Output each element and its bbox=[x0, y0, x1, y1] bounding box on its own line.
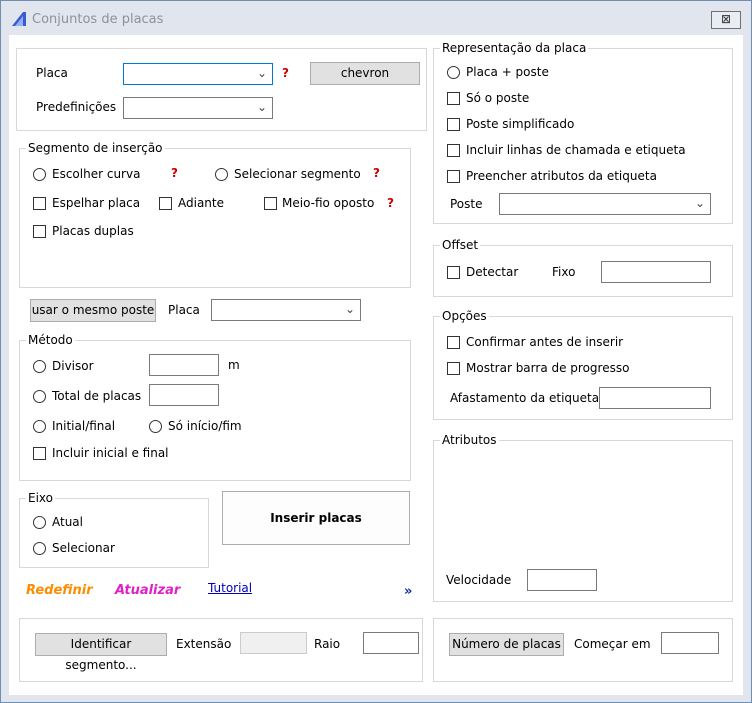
raio-label: Raio bbox=[314, 637, 341, 651]
poste-combo[interactable]: ⌄ bbox=[499, 193, 711, 215]
adiante-checkbox[interactable] bbox=[159, 197, 172, 210]
afastamento-input[interactable] bbox=[599, 387, 711, 409]
escolher-curva-radio[interactable] bbox=[33, 168, 46, 181]
total-radio[interactable] bbox=[33, 390, 46, 403]
meio-fio-label: Meio-fio oposto bbox=[282, 196, 375, 210]
initial-final-radio[interactable] bbox=[33, 420, 46, 433]
duplas-label: Placas duplas bbox=[52, 224, 134, 238]
chevron-button[interactable]: chevron bbox=[310, 62, 420, 85]
opcoes-title: Opções bbox=[440, 308, 489, 324]
meio-fio-checkbox[interactable] bbox=[264, 197, 277, 210]
extensao-label: Extensão bbox=[176, 637, 232, 651]
atual-radio[interactable] bbox=[33, 516, 46, 529]
numero-placas-button[interactable]: Número de placas bbox=[449, 633, 564, 656]
escolher-help-icon[interactable]: ? bbox=[171, 166, 178, 180]
title-bar: Conjuntos de placas ⊠ bbox=[1, 1, 751, 35]
placa-label: Placa bbox=[36, 66, 68, 80]
adiante-label: Adiante bbox=[178, 196, 224, 210]
comecar-label: Começar em bbox=[574, 637, 651, 651]
espelhar-label: Espelhar placa bbox=[52, 196, 141, 210]
divisor-input[interactable] bbox=[149, 354, 219, 376]
comecar-input[interactable] bbox=[661, 632, 719, 654]
window-title: Conjuntos de placas bbox=[32, 12, 164, 27]
segmento-title: Segmento de inserção bbox=[26, 140, 165, 156]
velocidade-input[interactable] bbox=[527, 569, 597, 591]
so-poste-checkbox[interactable] bbox=[447, 92, 460, 105]
preencher-checkbox[interactable] bbox=[447, 170, 460, 183]
inserir-placas-button[interactable]: Inserir placas bbox=[222, 491, 410, 545]
mostrar-barra-label: Mostrar barra de progresso bbox=[466, 361, 630, 375]
close-button[interactable]: ⊠ bbox=[711, 11, 741, 29]
total-input[interactable] bbox=[149, 384, 219, 406]
metodo-title: Método bbox=[26, 332, 75, 348]
divisor-radio[interactable] bbox=[33, 360, 46, 373]
atributos-title: Atributos bbox=[440, 432, 499, 448]
espelhar-checkbox[interactable] bbox=[33, 197, 46, 210]
identificar-segmento-button[interactable]: Identificar segmento... bbox=[35, 633, 167, 672]
selecionar-segmento-label: Selecionar segmento bbox=[234, 167, 361, 181]
so-poste-label: Só o poste bbox=[466, 91, 530, 105]
divisor-label: Divisor bbox=[52, 359, 94, 373]
meio-fio-help-icon[interactable]: ? bbox=[387, 196, 394, 210]
mesmo-placa-combo[interactable]: ⌄ bbox=[211, 299, 361, 321]
close-icon: ⊠ bbox=[720, 12, 732, 26]
velocidade-label: Velocidade bbox=[446, 573, 512, 587]
placa-help-icon[interactable]: ? bbox=[282, 66, 289, 80]
client-area: Placa ⌄ ? chevron Predefinições ⌄ Segmen… bbox=[9, 35, 743, 695]
placa-poste-radio[interactable] bbox=[447, 66, 460, 79]
atualizar-link[interactable]: Atualizar bbox=[115, 583, 180, 598]
selecionar-radio[interactable] bbox=[33, 542, 46, 555]
offset-title: Offset bbox=[440, 237, 481, 253]
fixo-label: Fixo bbox=[552, 265, 576, 279]
selecionar-help-icon[interactable]: ? bbox=[373, 166, 380, 180]
mostrar-barra-checkbox[interactable] bbox=[447, 362, 460, 375]
so-inicio-radio[interactable] bbox=[149, 420, 162, 433]
confirmar-checkbox[interactable] bbox=[447, 336, 460, 349]
duplas-checkbox[interactable] bbox=[33, 225, 46, 238]
dialog-window: Conjuntos de placas ⊠ Placa ⌄ ? chevron … bbox=[0, 0, 752, 703]
selecionar-segmento-radio[interactable] bbox=[215, 168, 228, 181]
selecionar-label: Selecionar bbox=[52, 541, 115, 555]
total-label: Total de placas bbox=[52, 389, 142, 403]
eixo-group: Eixo bbox=[19, 490, 209, 568]
escolher-curva-label: Escolher curva bbox=[52, 167, 141, 181]
chevron-down-icon: ⌄ bbox=[256, 100, 267, 114]
extensao-input bbox=[240, 632, 307, 654]
tutorial-link[interactable]: Tutorial bbox=[208, 581, 252, 595]
poste-simplificado-label: Poste simplificado bbox=[466, 117, 575, 131]
incluir-linhas-label: Incluir linhas de chamada e etiqueta bbox=[466, 143, 686, 157]
divisor-unit: m bbox=[228, 358, 240, 372]
afastamento-label: Afastamento da etiqueta bbox=[450, 391, 600, 405]
placa-poste-label: Placa + poste bbox=[466, 65, 549, 79]
chevron-down-icon: ⌄ bbox=[344, 302, 355, 316]
incluir-linhas-checkbox[interactable] bbox=[447, 144, 460, 157]
detectar-label: Detectar bbox=[466, 265, 519, 279]
chevron-down-icon: ⌄ bbox=[694, 196, 705, 210]
mesmo-placa-label: Placa bbox=[168, 303, 200, 317]
detectar-checkbox[interactable] bbox=[447, 266, 460, 279]
confirmar-label: Confirmar antes de inserir bbox=[466, 335, 624, 349]
initial-final-label: Initial/final bbox=[52, 419, 116, 433]
incluir-checkbox[interactable] bbox=[33, 447, 46, 460]
poste-simplificado-checkbox[interactable] bbox=[447, 118, 460, 131]
predefinicoes-combo[interactable]: ⌄ bbox=[123, 97, 273, 119]
placa-combo[interactable]: ⌄ bbox=[123, 63, 273, 85]
fixo-input[interactable] bbox=[601, 261, 711, 283]
chevron-down-icon: ⌄ bbox=[256, 66, 267, 80]
app-icon bbox=[12, 12, 26, 26]
redefinir-link[interactable]: Redefinir bbox=[26, 583, 93, 598]
predefinicoes-label: Predefinições bbox=[36, 100, 117, 114]
preencher-label: Preencher atributos da etiqueta bbox=[466, 169, 657, 183]
so-inicio-label: Só início/fim bbox=[168, 419, 242, 433]
raio-input[interactable] bbox=[363, 632, 419, 654]
eixo-title: Eixo bbox=[26, 490, 55, 506]
usar-mesmo-poste-button[interactable]: usar o mesmo poste bbox=[30, 299, 156, 322]
representacao-title: Representação da placa bbox=[440, 40, 589, 56]
poste-label: Poste bbox=[450, 197, 483, 211]
atual-label: Atual bbox=[52, 515, 83, 529]
more-chevron-icon[interactable]: » bbox=[404, 584, 412, 599]
incluir-label: Incluir inicial e final bbox=[52, 446, 169, 460]
